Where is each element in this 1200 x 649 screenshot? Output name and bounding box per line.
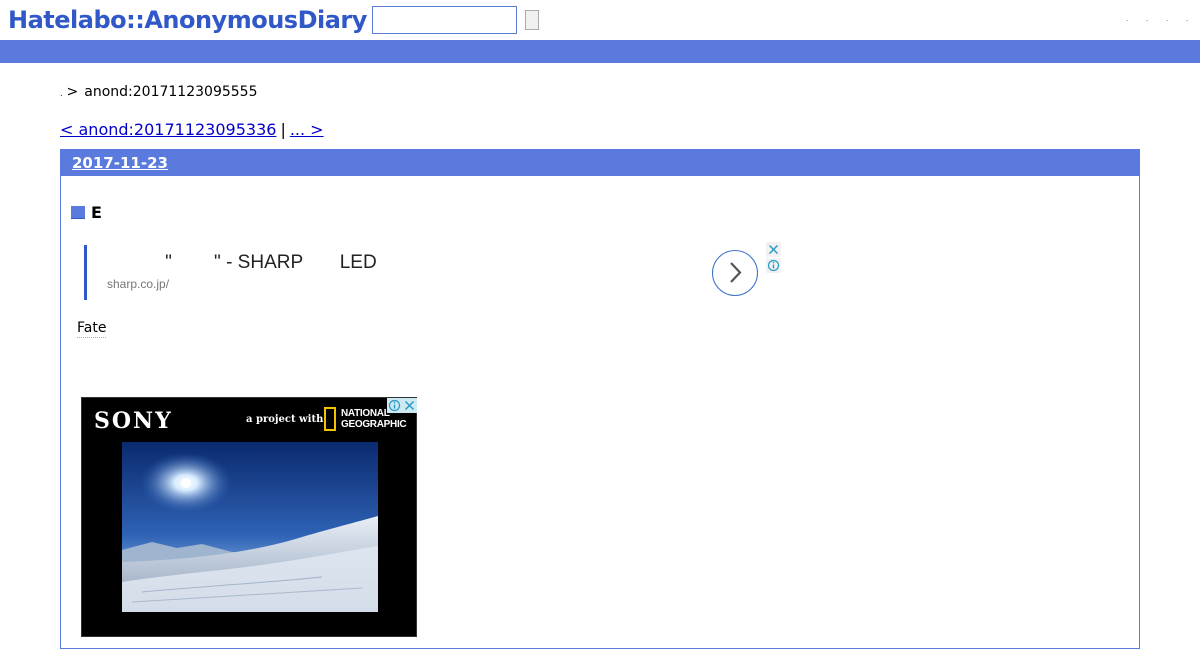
prev-entry-link[interactable]: < anond:20171123095336 xyxy=(60,120,276,139)
site-logo[interactable]: Hatelabo::AnonymousDiary xyxy=(8,4,367,36)
ad-brand-logo: SONY xyxy=(94,408,173,434)
search-input[interactable] xyxy=(372,6,517,34)
ad-landscape-image[interactable] xyxy=(122,442,378,612)
ad-chevron-right-icon[interactable] xyxy=(712,250,758,296)
close-icon xyxy=(404,400,415,411)
display-ad-info-icon[interactable] xyxy=(387,398,402,413)
breadcrumb-home-link[interactable]: . xyxy=(60,89,63,98)
info-icon xyxy=(767,259,780,272)
text-ad[interactable]: " " - SHARP LED sharp.co.jp/ xyxy=(84,245,784,300)
next-entry-link[interactable]: ... > xyxy=(290,120,324,139)
entry-body-text[interactable]: Fate xyxy=(77,320,107,338)
display-ad-close-icon[interactable] xyxy=(402,398,417,413)
header-link-3[interactable]: . xyxy=(1164,14,1170,23)
section-anchor-icon[interactable] xyxy=(71,206,85,219)
close-icon xyxy=(768,244,779,255)
info-icon xyxy=(388,399,401,412)
header-link-2[interactable]: . xyxy=(1144,14,1150,23)
natgeo-frame-icon xyxy=(324,407,336,431)
pager: < anond:20171123095336 |... > xyxy=(60,120,324,139)
breadcrumb: . > anond:20171123095555 xyxy=(60,84,257,100)
ad-partner-line-2: GEOGRAPHIC xyxy=(341,419,407,430)
breadcrumb-separator: > xyxy=(66,84,79,100)
ad-info-icon[interactable] xyxy=(766,258,781,273)
pager-separator: | xyxy=(280,120,286,139)
ad-close-icon[interactable] xyxy=(766,242,781,257)
header-link-1[interactable]: . xyxy=(1124,14,1130,23)
header-bar xyxy=(0,40,1200,63)
day-section: 2017-11-23 E " " - SHARP LED sharp.co.jp… xyxy=(60,149,1140,649)
day-header: 2017-11-23 xyxy=(61,150,1139,176)
header-links: . . . . xyxy=(1124,14,1190,23)
display-ad[interactable]: SONY a project with NATIONAL GEOGRAPHIC xyxy=(81,397,417,637)
chevron-right-icon xyxy=(730,262,742,283)
day-date-link[interactable]: 2017-11-23 xyxy=(72,154,168,172)
breadcrumb-current: anond:20171123095555 xyxy=(84,84,258,100)
landscape-photo xyxy=(122,442,378,612)
header-link-4[interactable]: . xyxy=(1184,14,1190,23)
section-title: E xyxy=(71,203,102,222)
ad-headline[interactable]: " " - SHARP LED xyxy=(107,252,377,274)
section-title-text: E xyxy=(91,203,102,222)
search-button[interactable] xyxy=(525,10,539,30)
ad-url[interactable]: sharp.co.jp/ xyxy=(107,277,169,291)
site-header: Hatelabo::AnonymousDiary . . . . xyxy=(0,0,1200,40)
ad-tagline: a project with xyxy=(246,414,324,425)
